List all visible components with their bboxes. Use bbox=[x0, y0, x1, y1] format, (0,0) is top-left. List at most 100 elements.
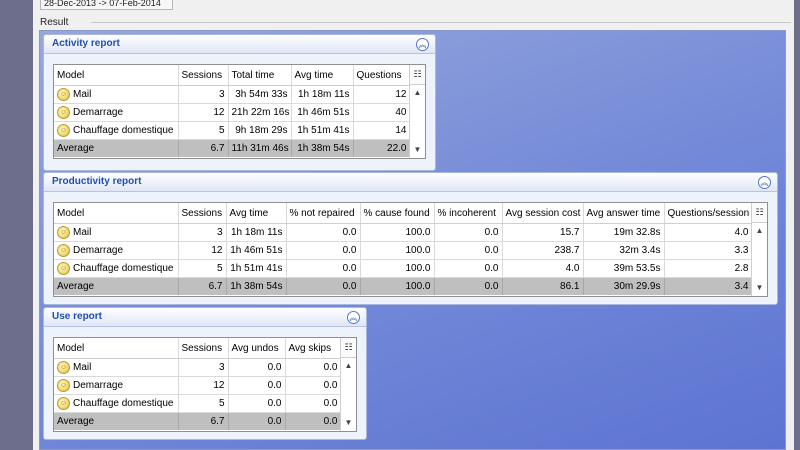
productivity-report-grid[interactable]: Model Sessions Avg time% not repaired% cau… bbox=[53, 202, 768, 297]
value-cell: 100.0 bbox=[360, 223, 435, 242]
value-cell: 4.0 bbox=[502, 259, 584, 278]
column-header[interactable]: Avg time bbox=[291, 65, 354, 86]
table-row[interactable]: ☺ Demarrage 12 1h 46m 51s 0.0 100.0 0.0 238.7 32… bbox=[54, 241, 753, 260]
column-header[interactable]: % incoherent bbox=[434, 203, 503, 224]
value-cell: 0.0 bbox=[228, 376, 286, 395]
value-cell: 40 bbox=[353, 103, 411, 122]
model-icon: ☺ bbox=[57, 106, 70, 119]
column-header[interactable]: Sessions bbox=[178, 338, 229, 359]
date-range-field: 28-Dec-2013 -> 07-Feb-2014 bbox=[40, 0, 173, 10]
model-cell: ☺ Demarrage bbox=[54, 241, 179, 260]
use-report-header[interactable]: Use report ︽ bbox=[44, 308, 366, 327]
model-cell: ☺ Chauffage domestique bbox=[54, 259, 179, 278]
result-label: Result bbox=[40, 17, 69, 28]
arrow-down-icon[interactable]: ▼ bbox=[410, 144, 425, 156]
use-report-panel: Use report ︽ Model Sessions Avg undos Avg s… bbox=[43, 307, 367, 440]
column-header[interactable]: Avg time bbox=[226, 203, 287, 224]
value-cell: 1h 51m 41s bbox=[291, 121, 354, 140]
column-header[interactable]: Questions/session bbox=[664, 203, 753, 224]
value-cell: 3 bbox=[178, 223, 227, 242]
column-header[interactable]: Model bbox=[54, 65, 179, 86]
average-value: 0.0 bbox=[434, 277, 503, 295]
value-cell: 32m 3.4s bbox=[583, 241, 665, 260]
column-header[interactable]: Avg session cost bbox=[502, 203, 584, 224]
model-cell: ☺ Mail bbox=[54, 223, 179, 242]
value-cell: 0.0 bbox=[286, 223, 361, 242]
column-header[interactable]: % cause found bbox=[360, 203, 435, 224]
column-header[interactable]: Questions bbox=[353, 65, 411, 86]
column-chooser-icon[interactable]: ☷ bbox=[752, 203, 767, 223]
model-cell: ☺ Demarrage bbox=[54, 103, 179, 122]
value-cell: 19m 32.8s bbox=[583, 223, 665, 242]
column-header[interactable]: Avg answer time bbox=[583, 203, 665, 224]
average-value: 6.7 bbox=[178, 277, 227, 295]
model-name: Demarrage bbox=[73, 245, 124, 257]
window-frame-left bbox=[0, 0, 33, 450]
arrow-up-icon[interactable]: ▲ bbox=[752, 225, 767, 237]
value-cell: 0.0 bbox=[285, 358, 342, 377]
column-chooser-icon[interactable]: ☷ bbox=[410, 65, 425, 85]
average-label: Average bbox=[54, 412, 179, 430]
value-cell: 0.0 bbox=[434, 259, 503, 278]
average-value: 6.7 bbox=[178, 412, 229, 430]
table-row[interactable]: ☺ Chauffage domestique 5 0.0 0.0 bbox=[54, 394, 342, 413]
average-value: 11h 31m 46s bbox=[228, 139, 292, 157]
value-cell: 0.0 bbox=[286, 241, 361, 260]
arrow-up-icon[interactable]: ▲ bbox=[341, 360, 356, 372]
double-chevron-up-icon[interactable]: ︽ bbox=[416, 38, 429, 51]
table-row[interactable]: ☺ Demarrage 12 0.0 0.0 bbox=[54, 376, 342, 395]
activity-report-grid[interactable]: Model Sessions Total time Avg time Questions… bbox=[53, 64, 426, 159]
value-cell: 1h 46m 51s bbox=[291, 103, 354, 122]
result-divider bbox=[91, 22, 791, 23]
table-row[interactable]: ☺ Mail 3 3h 54m 33s 1h 18m 11s 12 bbox=[54, 85, 411, 104]
value-cell: 12 bbox=[178, 376, 229, 395]
productivity-report-header[interactable]: Productivity report ︽ bbox=[44, 173, 777, 192]
model-icon: ☺ bbox=[57, 397, 70, 410]
double-chevron-up-icon[interactable]: ︽ bbox=[347, 311, 360, 324]
table-row[interactable]: ☺ Demarrage 12 21h 22m 16s 1h 46m 51s 40 bbox=[54, 103, 411, 122]
value-cell: 15.7 bbox=[502, 223, 584, 242]
arrow-up-icon[interactable]: ▲ bbox=[410, 87, 425, 99]
value-cell: 0.0 bbox=[228, 394, 286, 413]
table-row[interactable]: ☺ Chauffage domestique 5 1h 51m 41s 0.0 100.0… bbox=[54, 259, 753, 278]
report-content: 28-Dec-2013 -> 07-Feb-2014 Result Activi… bbox=[33, 0, 794, 450]
column-header[interactable]: Sessions bbox=[178, 65, 229, 86]
arrow-down-icon[interactable]: ▼ bbox=[752, 282, 767, 294]
column-header[interactable]: Model bbox=[54, 203, 179, 224]
productivity-report-scrollbar[interactable]: ☷ ▲ ▼ bbox=[751, 203, 767, 296]
column-header[interactable]: Avg skips bbox=[285, 338, 342, 359]
result-area: Activity report ︽ Model Sessions Total tim… bbox=[39, 30, 786, 450]
use-report-grid[interactable]: Model Sessions Avg undos Avg skips ☺ Mail 3 0.0… bbox=[53, 337, 357, 432]
use-report-scrollbar[interactable]: ☷ ▲ ▼ bbox=[340, 338, 356, 431]
value-cell: 5 bbox=[178, 259, 227, 278]
model-cell: ☺ Mail bbox=[54, 85, 179, 104]
model-name: Mail bbox=[73, 227, 92, 239]
average-value: 1h 38m 54s bbox=[291, 139, 354, 157]
column-header[interactable]: Total time bbox=[228, 65, 292, 86]
table-header-row: Model Sessions Total time Avg time Questions bbox=[54, 65, 411, 86]
value-cell: 0.0 bbox=[285, 394, 342, 413]
value-cell: 5 bbox=[178, 121, 229, 140]
table-row[interactable]: ☺ Mail 3 1h 18m 11s 0.0 100.0 0.0 15.7 19m 32.8s… bbox=[54, 223, 753, 242]
double-chevron-up-icon[interactable]: ︽ bbox=[758, 176, 771, 189]
model-icon: ☺ bbox=[57, 262, 70, 275]
model-name: Chauffage domestique bbox=[73, 125, 174, 137]
activity-report-scrollbar[interactable]: ☷ ▲ ▼ bbox=[409, 65, 425, 158]
value-cell: 4.0 bbox=[664, 223, 753, 242]
model-icon: ☺ bbox=[57, 379, 70, 392]
column-chooser-icon[interactable]: ☷ bbox=[341, 338, 356, 358]
column-header[interactable]: Model bbox=[54, 338, 179, 359]
value-cell: 12 bbox=[353, 85, 411, 104]
column-header[interactable]: % not repaired bbox=[286, 203, 361, 224]
value-cell: 3 bbox=[178, 358, 229, 377]
activity-report-header[interactable]: Activity report ︽ bbox=[44, 35, 435, 54]
table-row[interactable]: ☺ Mail 3 0.0 0.0 bbox=[54, 358, 342, 377]
table-row[interactable]: ☺ Chauffage domestique 5 9h 18m 29s 1h 51m 4… bbox=[54, 121, 411, 140]
arrow-down-icon[interactable]: ▼ bbox=[341, 417, 356, 429]
column-header[interactable]: Sessions bbox=[178, 203, 227, 224]
model-icon: ☺ bbox=[57, 361, 70, 374]
value-cell: 12 bbox=[178, 241, 227, 260]
productivity-report-title: Productivity report bbox=[52, 176, 142, 187]
model-name: Chauffage domestique bbox=[73, 263, 174, 275]
column-header[interactable]: Avg undos bbox=[228, 338, 286, 359]
